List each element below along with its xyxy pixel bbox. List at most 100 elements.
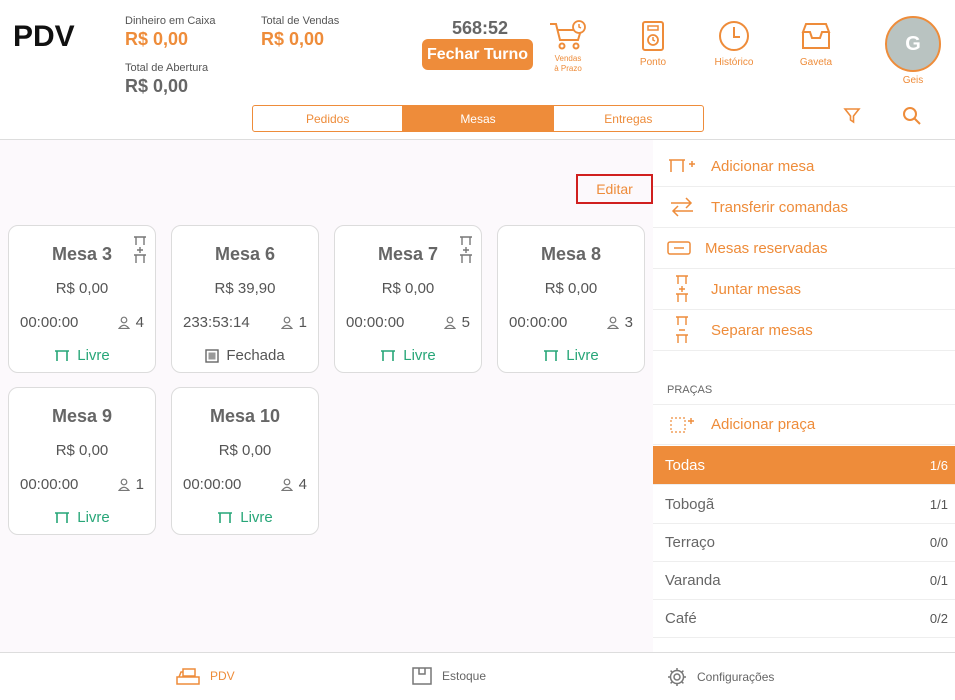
- table-status: Fechada: [172, 347, 318, 364]
- table-amount: R$ 0,00: [381, 280, 435, 297]
- edit-button[interactable]: Editar: [576, 174, 653, 204]
- seat-count: 1: [298, 314, 307, 331]
- praca-name: Varanda: [665, 571, 721, 589]
- table-seats: 4: [280, 476, 307, 493]
- seat-count: 5: [461, 314, 470, 331]
- pracas-section-title: PRAÇAS: [667, 384, 713, 396]
- table-amount: R$ 0,00: [218, 442, 272, 459]
- table-icon: [55, 511, 70, 523]
- user-profile[interactable]: G Geis: [884, 16, 942, 86]
- table-time: 00:00:00: [183, 476, 242, 493]
- search-icon[interactable]: [902, 106, 922, 126]
- table-time: 233:53:14: [183, 314, 250, 331]
- person-icon: [117, 478, 130, 491]
- status-label: Livre: [77, 509, 110, 526]
- nav-pdv[interactable]: PDV: [176, 667, 235, 685]
- add-area-icon: [670, 416, 694, 433]
- clock-icon: [719, 21, 749, 51]
- clock-in-label: Ponto: [639, 57, 667, 68]
- table-amount: R$ 39,90: [214, 280, 276, 297]
- praca-name: Terraço: [665, 533, 716, 551]
- box-icon: [412, 667, 432, 685]
- join-tables-button[interactable]: Juntar mesas: [653, 269, 955, 310]
- table-status: Livre: [335, 347, 481, 364]
- praca-item-cafe[interactable]: Café 0/2: [653, 599, 955, 638]
- table-card[interactable]: Mesa 6 R$ 39,90 233:53:14 1 Fechada: [171, 225, 319, 373]
- table-name: Mesa 7: [377, 244, 439, 264]
- table-name: Mesa 10: [209, 406, 281, 426]
- split-tables-label: Separar mesas: [711, 321, 813, 339]
- history-button[interactable]: Histórico: [709, 20, 759, 68]
- table-card[interactable]: Mesa 10 R$ 0,00 00:00:00 4 Livre: [171, 387, 319, 535]
- praca-count: 1/1: [929, 496, 948, 512]
- praca-count: 0/2: [929, 610, 948, 626]
- status-label: Livre: [566, 347, 599, 364]
- opening-total: Total de Abertura R$ 0,00: [125, 62, 208, 97]
- top-header: PDV Dinheiro em Caixa R$ 0,00 Total de V…: [0, 0, 955, 140]
- table-card[interactable]: Mesa 9 R$ 0,00 00:00:00 1 Livre: [8, 387, 156, 535]
- person-icon: [443, 316, 456, 329]
- table-seats: 5: [443, 314, 470, 331]
- register-icon: [176, 668, 200, 685]
- avatar: G: [885, 16, 941, 72]
- split-tables-button[interactable]: Separar mesas: [653, 310, 955, 351]
- add-praca-button[interactable]: Adicionar praça: [653, 404, 955, 445]
- table-seats: 3: [606, 314, 633, 331]
- cash-drawer-icon: [801, 23, 831, 49]
- praca-item-todas[interactable]: Todas 1/6: [653, 446, 955, 485]
- tab-pedidos[interactable]: Pedidos: [253, 106, 404, 131]
- user-name: Geis: [902, 75, 924, 86]
- split-tables-icon: [676, 316, 688, 343]
- nav-settings[interactable]: Configurações: [667, 667, 774, 687]
- table-icon: [55, 349, 70, 361]
- add-table-button[interactable]: Adicionar mesa: [653, 146, 955, 187]
- table-icon: [381, 349, 396, 361]
- reserved-tables-label: Mesas reservadas: [705, 239, 828, 257]
- transfer-orders-button[interactable]: Transferir comandas: [653, 187, 955, 228]
- shift-timer: 568:52: [451, 18, 509, 38]
- transfer-orders-label: Transferir comandas: [711, 198, 848, 216]
- table-name: Mesa 9: [51, 406, 113, 426]
- gear-icon: [668, 668, 686, 686]
- table-card[interactable]: Mesa 3 R$ 0,00 00:00:00 4 Livre: [8, 225, 156, 373]
- table-time: 00:00:00: [509, 314, 568, 331]
- nav-stock-label: Estoque: [442, 669, 487, 683]
- table-amount: R$ 0,00: [544, 280, 598, 297]
- filter-icon[interactable]: [843, 107, 861, 125]
- join-tables-label: Juntar mesas: [711, 280, 802, 298]
- table-amount: R$ 0,00: [55, 280, 109, 297]
- cash-value: R$ 0,00: [125, 29, 189, 49]
- reserved-tables-button[interactable]: Mesas reservadas: [653, 228, 955, 269]
- seat-count: 1: [135, 476, 144, 493]
- table-icon: [544, 349, 559, 361]
- status-label: Fechada: [226, 347, 285, 364]
- reserved-icon: [667, 241, 691, 255]
- credit-sales-button[interactable]: Vendas à Prazo: [546, 20, 590, 74]
- status-label: Livre: [403, 347, 436, 364]
- table-icon: [218, 511, 233, 523]
- praca-name: Tobogã: [665, 495, 715, 513]
- cash-in-register: Dinheiro em Caixa R$ 0,00: [125, 15, 215, 50]
- praca-item-terraco[interactable]: Terraço 0/0: [653, 523, 955, 562]
- opening-label: Total de Abertura: [125, 62, 209, 74]
- praca-count: 0/1: [929, 572, 948, 588]
- nav-stock[interactable]: Estoque: [412, 667, 486, 685]
- table-card[interactable]: Mesa 7 R$ 0,00 00:00:00 5 Livre: [334, 225, 482, 373]
- clock-in-button[interactable]: Ponto: [630, 20, 676, 68]
- praca-item-varanda[interactable]: Varanda 0/1: [653, 561, 955, 600]
- tab-mesas[interactable]: Mesas: [403, 106, 554, 131]
- person-icon: [117, 316, 130, 329]
- time-clock-icon: [642, 21, 664, 51]
- table-card[interactable]: Mesa 8 R$ 0,00 00:00:00 3 Livre: [497, 225, 645, 373]
- drawer-button[interactable]: Gaveta: [794, 20, 838, 68]
- table-status: Livre: [9, 509, 155, 526]
- table-time: 00:00:00: [20, 476, 79, 493]
- tab-entregas[interactable]: Entregas: [554, 106, 703, 131]
- praca-item-toboga[interactable]: Tobogã 1/1: [653, 485, 955, 524]
- transfer-arrows-icon: [671, 197, 693, 217]
- close-shift-button[interactable]: Fechar Turno: [422, 39, 533, 70]
- person-icon: [280, 478, 293, 491]
- nav-pdv-label: PDV: [210, 669, 235, 683]
- drawer-label: Gaveta: [799, 57, 833, 68]
- table-status: Livre: [9, 347, 155, 364]
